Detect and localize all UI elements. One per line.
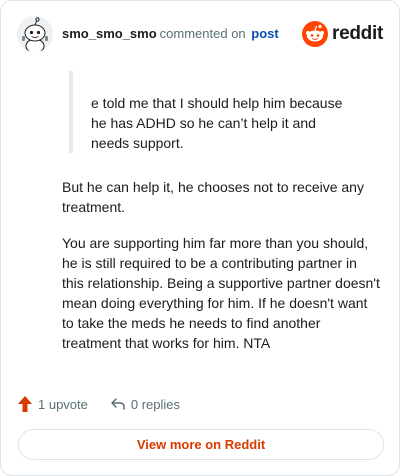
upvote-button[interactable]: 1 upvote <box>17 395 88 413</box>
quoted-text-block: e told me that I should help him because… <box>69 71 369 153</box>
quote-line: needs support. <box>91 135 184 151</box>
quote-line: he has ADHD so he can’t help it and <box>91 115 316 131</box>
comment-meta: smo_smo_smo commented on post <box>62 26 279 42</box>
comment-footer: 1 upvote 0 replies <box>17 393 180 415</box>
username[interactable]: smo_smo_smo <box>62 26 157 41</box>
reddit-logo-icon <box>302 21 329 47</box>
upvote-count: 1 upvote <box>38 396 88 412</box>
commented-on-text: commented on <box>159 26 246 41</box>
quote-line: e told me that I should help him because <box>91 95 343 111</box>
user-avatar[interactable] <box>17 16 53 52</box>
reddit-wordmark: reddit <box>332 23 383 44</box>
snoo-avatar-icon <box>17 16 53 52</box>
embedded-comment-card: smo_smo_smo commented on post reddit e to… <box>0 0 400 476</box>
reply-count: 0 replies <box>130 396 181 412</box>
comment-paragraph: You are supporting him far more than you… <box>62 235 380 351</box>
reddit-brand[interactable]: reddit <box>302 21 383 47</box>
reply-arrow-icon <box>111 398 125 410</box>
comment-paragraph: But he can help it, he chooses not to re… <box>62 179 364 215</box>
comment-header: smo_smo_smo commented on post reddit <box>17 15 383 53</box>
post-link[interactable]: post <box>251 26 278 41</box>
replies-button[interactable]: 0 replies <box>110 396 180 412</box>
comment-body: But he can help it, he chooses not to re… <box>62 177 382 369</box>
view-more-button[interactable]: View more on Reddit <box>18 429 384 460</box>
upvote-arrow-icon <box>18 396 32 412</box>
